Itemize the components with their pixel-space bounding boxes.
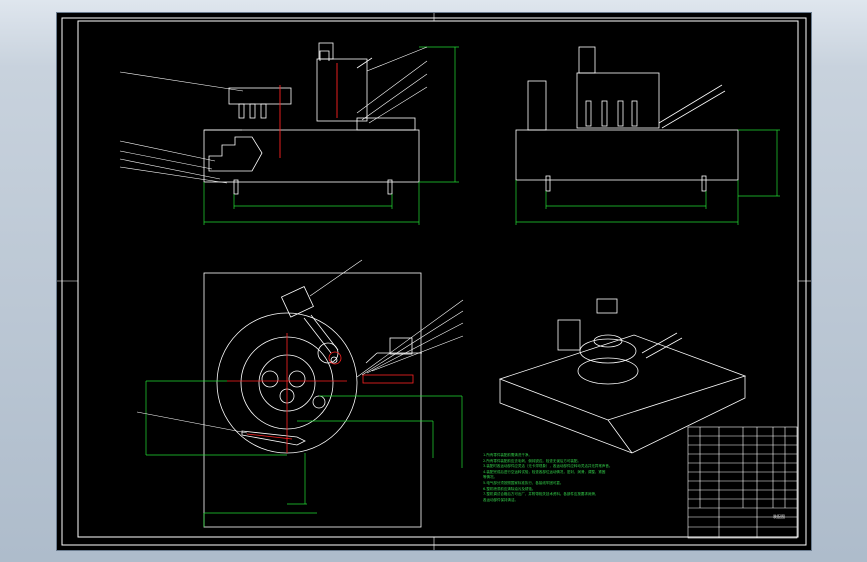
side-view <box>515 46 739 192</box>
isometric-view <box>498 298 747 454</box>
cad-viewport[interactable]: 1.所有零件装配前需清洗干净。 2.所有零件装配前应去毛刺，倒钝锐边。检查无误后… <box>56 12 812 551</box>
front-leaders <box>119 46 428 184</box>
side-dims <box>515 129 780 225</box>
front-red <box>279 63 338 158</box>
top-leaders <box>136 259 464 434</box>
front-view <box>203 42 420 195</box>
top-view <box>203 272 422 528</box>
front-dims <box>203 46 459 225</box>
top-view-dims <box>145 380 463 527</box>
drawing-title-label: 装配图 <box>773 514 785 519</box>
technical-requirements: 1.所有零件装配前需清洗干净。 2.所有零件装配前应去毛刺，倒钝锐边。检查无误后… <box>483 453 713 503</box>
note-line: 各运动部件保持清洁。 <box>483 497 518 502</box>
